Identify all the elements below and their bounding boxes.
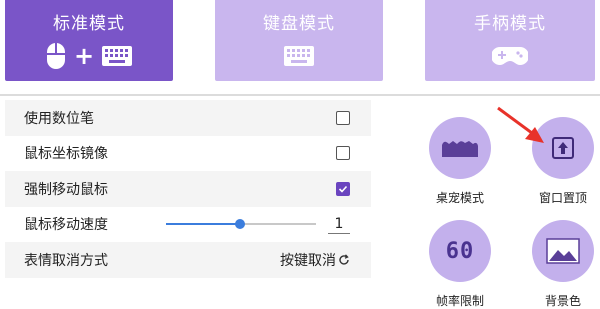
tab-label: 手柄模式 [474,14,546,34]
expression-cancel-selector[interactable]: 按键取消 [280,250,350,270]
keyboard-icon [284,46,314,66]
switch-icon [339,254,349,265]
setting-label: 鼠标移动速度 [24,217,108,234]
feature-label: 帧率限制 [435,294,484,308]
feature-label: 桌宠模式 [435,191,484,205]
pet-mode-button[interactable] [429,117,491,179]
header-divider [0,94,600,96]
frame-limit-value: 60 [445,238,475,264]
setting-label: 鼠标坐标镜像 [24,146,108,163]
setting-row-expression-cancel: 表情取消方式 按键取消 [5,242,371,278]
setting-row-force-move-mouse: 强制移动鼠标 [5,171,371,207]
slider-fill [166,223,240,226]
move-speed-slider[interactable] [166,218,316,230]
setting-row-move-speed: 鼠标移动速度 1 [5,207,371,243]
slider-knob[interactable] [234,219,245,230]
image-icon [546,238,580,264]
feature-frame-limit[interactable]: 60 帧率限制 [420,220,500,309]
digital-pen-checkbox[interactable] [336,110,350,125]
desk-pet-icon [442,141,478,157]
mirror-coords-checkbox[interactable] [336,146,350,161]
tab-label: 标准模式 [53,14,125,34]
check-icon [338,185,348,193]
tab-standard-mode[interactable]: 标准模式 + [5,0,173,81]
setting-label: 表情取消方式 [24,252,108,269]
tab-gamepad-mode[interactable]: 手柄模式 [425,0,595,81]
background-color-button[interactable] [532,220,594,282]
settings-list: 使用数位笔 鼠标坐标镜像 强制移动鼠标 鼠标移动速度 1 表情取消方式 按键取消 [5,100,371,278]
setting-row-digital-pen: 使用数位笔 [5,100,371,136]
frame-limit-button[interactable]: 60 [429,220,491,282]
feature-label: 背景色 [544,294,581,308]
force-move-mouse-checkbox[interactable] [336,181,350,196]
setting-label: 使用数位笔 [24,110,94,127]
setting-label: 强制移动鼠标 [24,181,108,198]
tab-keyboard-mode[interactable]: 键盘模式 [215,0,383,81]
setting-row-mirror-coords: 鼠标坐标镜像 [5,136,371,172]
gamepad-icon [492,47,528,65]
annotation-arrow-icon [497,106,544,143]
tab-label: 键盘模式 [263,14,335,34]
keyboard-icon [102,46,133,66]
mouse-icon [46,43,65,69]
move-speed-input[interactable]: 1 [328,215,350,234]
expression-cancel-value: 按键取消 [280,252,336,269]
feature-label: 窗口置顶 [538,191,587,205]
feature-pet-mode[interactable]: 桌宠模式 [420,117,500,206]
pin-top-icon [552,137,574,159]
plus-icon: + [73,42,95,70]
feature-background-color[interactable]: 背景色 [523,220,600,309]
